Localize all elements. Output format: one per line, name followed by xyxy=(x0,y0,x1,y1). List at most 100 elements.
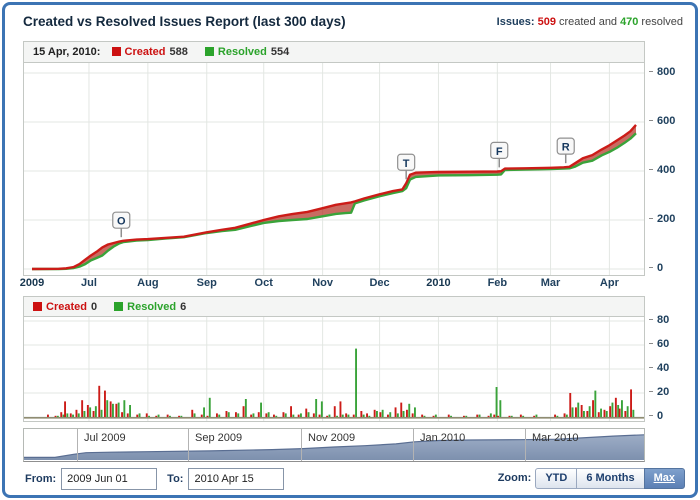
timeline-navigator[interactable]: Jul 2009Sep 2009Nov 2009Jan 2010Mar 2010 xyxy=(23,428,645,462)
diff-area xyxy=(32,125,636,269)
bar-resolved xyxy=(89,407,91,417)
bar-resolved xyxy=(228,412,230,417)
bar-resolved xyxy=(218,415,220,417)
from-input[interactable] xyxy=(61,468,157,490)
bar-resolved xyxy=(627,406,629,417)
bar-created xyxy=(345,413,347,417)
bar-resolved xyxy=(321,401,323,417)
bar-resolved xyxy=(397,413,399,417)
main-chart-svg: OTFR xyxy=(24,63,644,275)
bar-created xyxy=(520,415,522,417)
bar-created xyxy=(155,416,157,417)
bar-created xyxy=(564,413,566,417)
main-plot-area[interactable]: OTFR xyxy=(23,62,645,276)
bar-created xyxy=(207,416,209,417)
bar-resolved xyxy=(490,413,492,417)
version-marker-R[interactable]: R xyxy=(557,138,574,163)
bar-resolved xyxy=(72,415,74,417)
bar-resolved xyxy=(158,415,160,417)
svg-text:O: O xyxy=(117,216,126,228)
y-tick-label: 60 xyxy=(649,338,687,350)
issues-created-word: created and xyxy=(559,16,617,28)
bar-created xyxy=(98,386,100,417)
bar-resolved xyxy=(245,399,247,417)
bar-resolved xyxy=(389,412,391,417)
bar-created xyxy=(374,410,376,417)
bar-created xyxy=(235,412,237,417)
bar-created xyxy=(47,415,49,417)
bar-created xyxy=(604,410,606,417)
daily-plot-area[interactable] xyxy=(23,316,645,422)
svg-text:R: R xyxy=(562,142,570,154)
x-tick-label: Apr xyxy=(587,277,631,289)
bar-resolved xyxy=(589,406,591,417)
bar-resolved xyxy=(194,413,196,417)
bar-resolved xyxy=(424,416,426,417)
bar-created xyxy=(64,401,66,417)
nav-separator xyxy=(301,429,302,461)
bar-resolved xyxy=(465,416,467,417)
bar-created xyxy=(110,401,112,417)
zoom-ytd-button[interactable]: YTD xyxy=(535,468,577,489)
report-header: Created vs Resolved Issues Report (last … xyxy=(23,14,683,36)
bar-resolved xyxy=(112,404,114,417)
bar-created xyxy=(265,413,267,417)
bar-created xyxy=(87,405,89,417)
bar-resolved xyxy=(300,413,302,417)
x-axis-labels: 2009JulAugSepOctNovDec2010FebMarApr xyxy=(23,277,645,293)
bar-created xyxy=(226,411,228,417)
bar-resolved xyxy=(342,415,344,417)
daily-chart-svg xyxy=(24,317,644,421)
bar-resolved xyxy=(237,413,239,417)
legend-created-value: 588 xyxy=(170,46,188,58)
main-chart: 15 Apr, 2010: Created588 Resolved554 OTF… xyxy=(23,41,687,293)
bar-created xyxy=(313,413,315,417)
legend-created-label: Created xyxy=(125,46,166,58)
to-label: To: xyxy=(167,473,183,485)
bar-resolved xyxy=(368,416,370,417)
nav-separator xyxy=(77,429,78,461)
bar-created xyxy=(319,415,321,417)
bar-created xyxy=(298,415,300,417)
bar-created xyxy=(421,415,423,417)
nav-separator xyxy=(525,429,526,461)
y-tick-label: 40 xyxy=(649,362,687,374)
bar-resolved xyxy=(275,416,277,417)
bar-resolved xyxy=(285,413,287,417)
bar-resolved xyxy=(203,407,205,417)
bar-created xyxy=(406,410,408,417)
to-input[interactable] xyxy=(188,468,284,490)
bar-resolved xyxy=(118,403,120,417)
bar-resolved xyxy=(292,415,294,417)
nav-label: Jan 2010 xyxy=(420,432,465,444)
x-tick-label: Dec xyxy=(358,277,402,289)
bar-created xyxy=(60,412,62,417)
daily-resolved-value: 6 xyxy=(180,301,186,313)
nav-separator xyxy=(413,429,414,461)
bar-created xyxy=(554,415,556,417)
version-marker-O[interactable]: O xyxy=(113,212,130,237)
zoom-max-button[interactable]: Max xyxy=(644,468,685,489)
bar-created xyxy=(55,416,57,417)
bar-created xyxy=(70,413,72,417)
issues-resolved-word: resolved xyxy=(641,16,683,28)
y-tick-label: 80 xyxy=(649,314,687,326)
bar-created xyxy=(630,389,632,417)
bar-resolved xyxy=(612,403,614,417)
bar-created xyxy=(258,412,260,417)
bar-resolved xyxy=(57,416,59,417)
bar-created xyxy=(127,413,129,417)
bar-created xyxy=(366,413,368,417)
bar-resolved xyxy=(382,410,384,417)
zoom-6months-button[interactable]: 6 Months xyxy=(576,468,644,489)
bar-resolved xyxy=(632,410,634,417)
version-marker-F[interactable]: F xyxy=(491,142,508,167)
bar-created xyxy=(592,400,594,417)
bar-resolved xyxy=(336,416,338,417)
bar-resolved xyxy=(260,403,262,417)
bar-created xyxy=(497,416,499,417)
bottom-controls: From:To: Zoom:YTD6 MonthsMax xyxy=(23,466,687,492)
bar-resolved xyxy=(572,407,574,417)
report-window: Created vs Resolved Issues Report (last … xyxy=(2,2,698,498)
bar-resolved xyxy=(315,399,317,417)
